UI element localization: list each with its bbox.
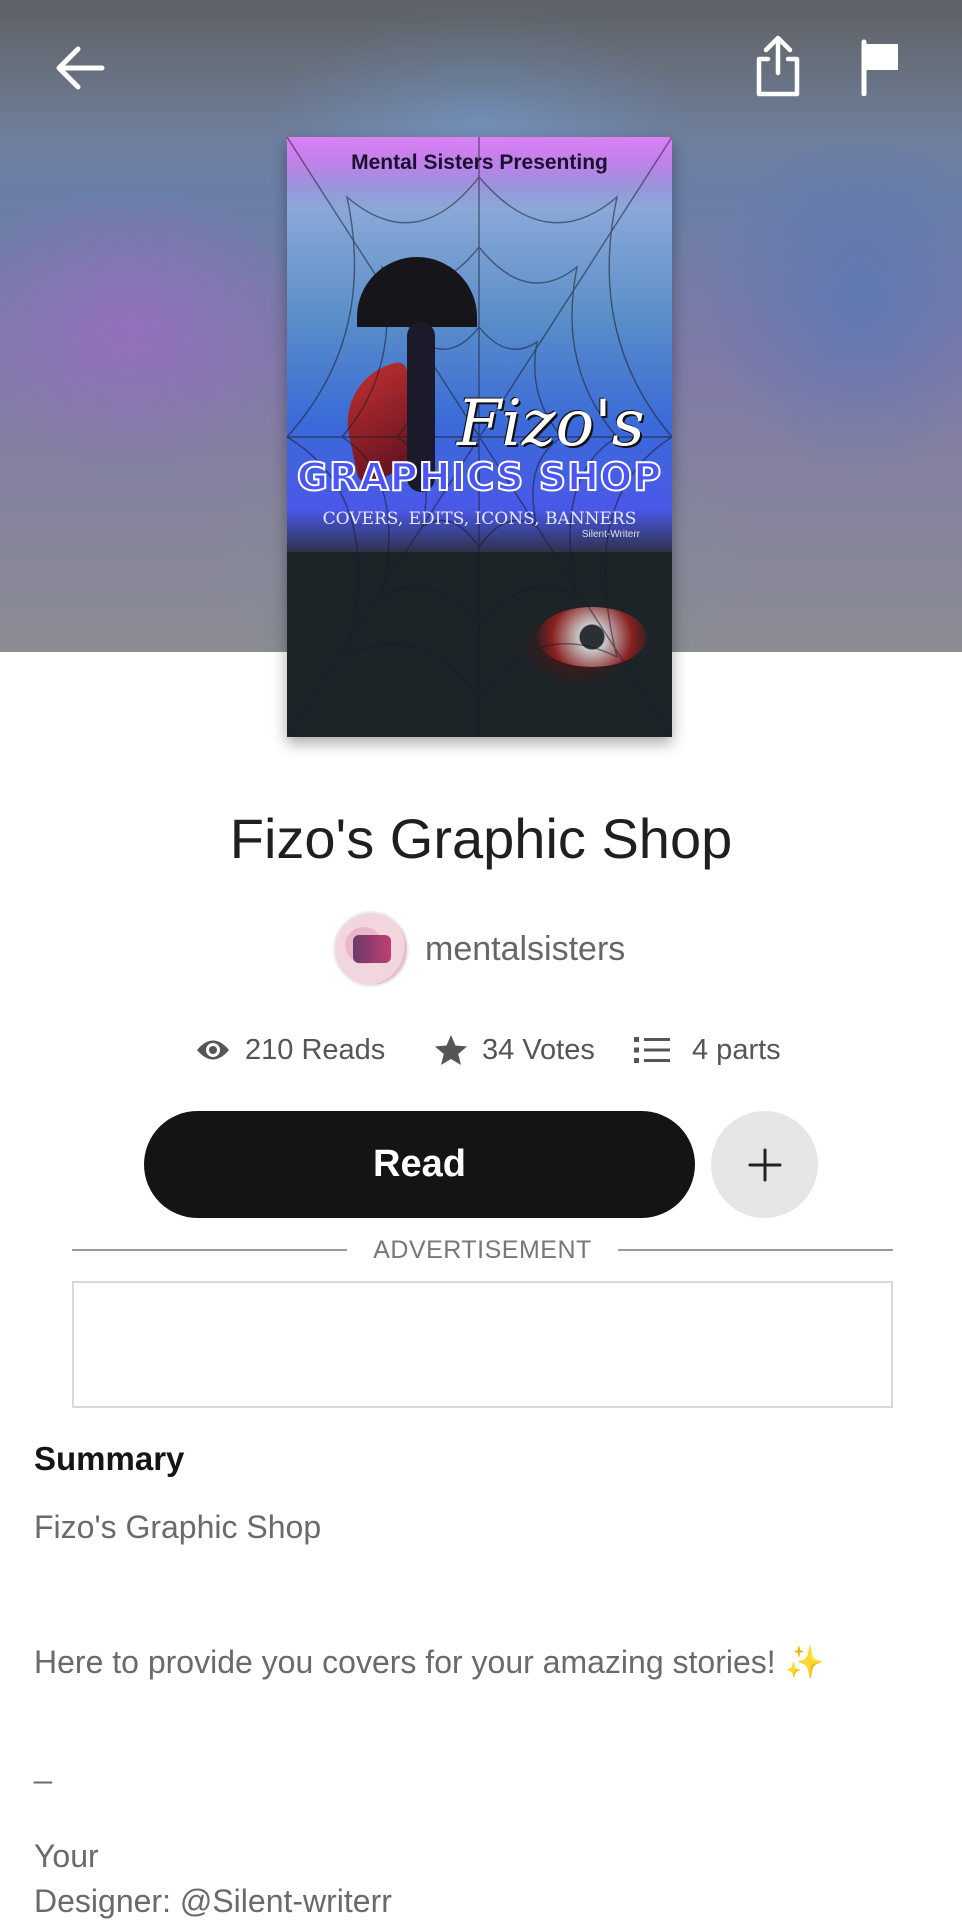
- arrow-left-icon: [56, 46, 105, 90]
- add-to-library-button[interactable]: [711, 1111, 818, 1218]
- share-button[interactable]: [746, 34, 810, 98]
- divider-line-left: [72, 1249, 348, 1251]
- parts-count: 4 parts: [692, 1033, 781, 1066]
- author-avatar[interactable]: [333, 911, 409, 987]
- cover-title-script: Fizo's: [457, 387, 645, 461]
- summary-spacer: [34, 1550, 934, 1640]
- summary-line: _: [34, 1748, 52, 1784]
- hero-top-shade: [0, 0, 962, 140]
- summary-line: Here to provide you covers for your amaz…: [34, 1644, 825, 1680]
- advertisement-slot[interactable]: [72, 1281, 893, 1408]
- story-title: Fizo's Graphic Shop: [229, 807, 733, 870]
- stat-votes: 34 Votes: [434, 1030, 595, 1070]
- stat-reads: 210 Reads: [195, 1030, 385, 1070]
- summary-text: Fizo's Graphic Shop Here to provide you …: [34, 1505, 934, 1920]
- cover-subtitle: COVERS, EDITS, ICONS, BANNERS: [322, 509, 637, 529]
- advertisement-divider: ADVERTISEMENT: [72, 1232, 894, 1268]
- list-icon: [634, 1037, 670, 1063]
- cover-credit: Silent-Writerr: [581, 529, 640, 540]
- cover-kicker-text: Mental Sisters Presenting: [351, 151, 608, 174]
- cover-title-block: GRAPHICS SHOP: [296, 454, 663, 500]
- votes-count: 34 Votes: [482, 1033, 595, 1066]
- summary-heading: Summary: [34, 1440, 185, 1477]
- flag-icon: [861, 39, 898, 96]
- stat-parts[interactable]: 4 parts: [634, 1030, 781, 1070]
- star-icon: [435, 1035, 467, 1065]
- author-link[interactable]: mentalsisters: [333, 911, 625, 987]
- report-flag-button[interactable]: [848, 34, 912, 98]
- avatar-logo: [353, 935, 391, 963]
- back-button[interactable]: [48, 36, 112, 100]
- plus-icon: [748, 1148, 781, 1181]
- author-name[interactable]: mentalsisters: [425, 930, 625, 969]
- summary-line: Your: [34, 1838, 99, 1874]
- read-button[interactable]: Read: [144, 1111, 695, 1218]
- summary-spacer: [34, 1789, 934, 1834]
- share-icon: [756, 35, 800, 97]
- advertisement-label: ADVERTISEMENT: [373, 1235, 592, 1264]
- story-cover-image[interactable]: Mental Sisters Presenting Fizo's GRAPHIC…: [287, 137, 672, 737]
- story-stats: 210 Reads 34 Votes 4 parts: [0, 1030, 962, 1070]
- reads-count: 210 Reads: [245, 1033, 386, 1066]
- summary-line: Designer: @Silent-writerr: [34, 1883, 392, 1919]
- eye-icon: [197, 1040, 229, 1060]
- divider-line-right: [617, 1249, 894, 1251]
- summary-spacer: [34, 1685, 934, 1744]
- summary-line: Fizo's Graphic Shop: [34, 1509, 322, 1545]
